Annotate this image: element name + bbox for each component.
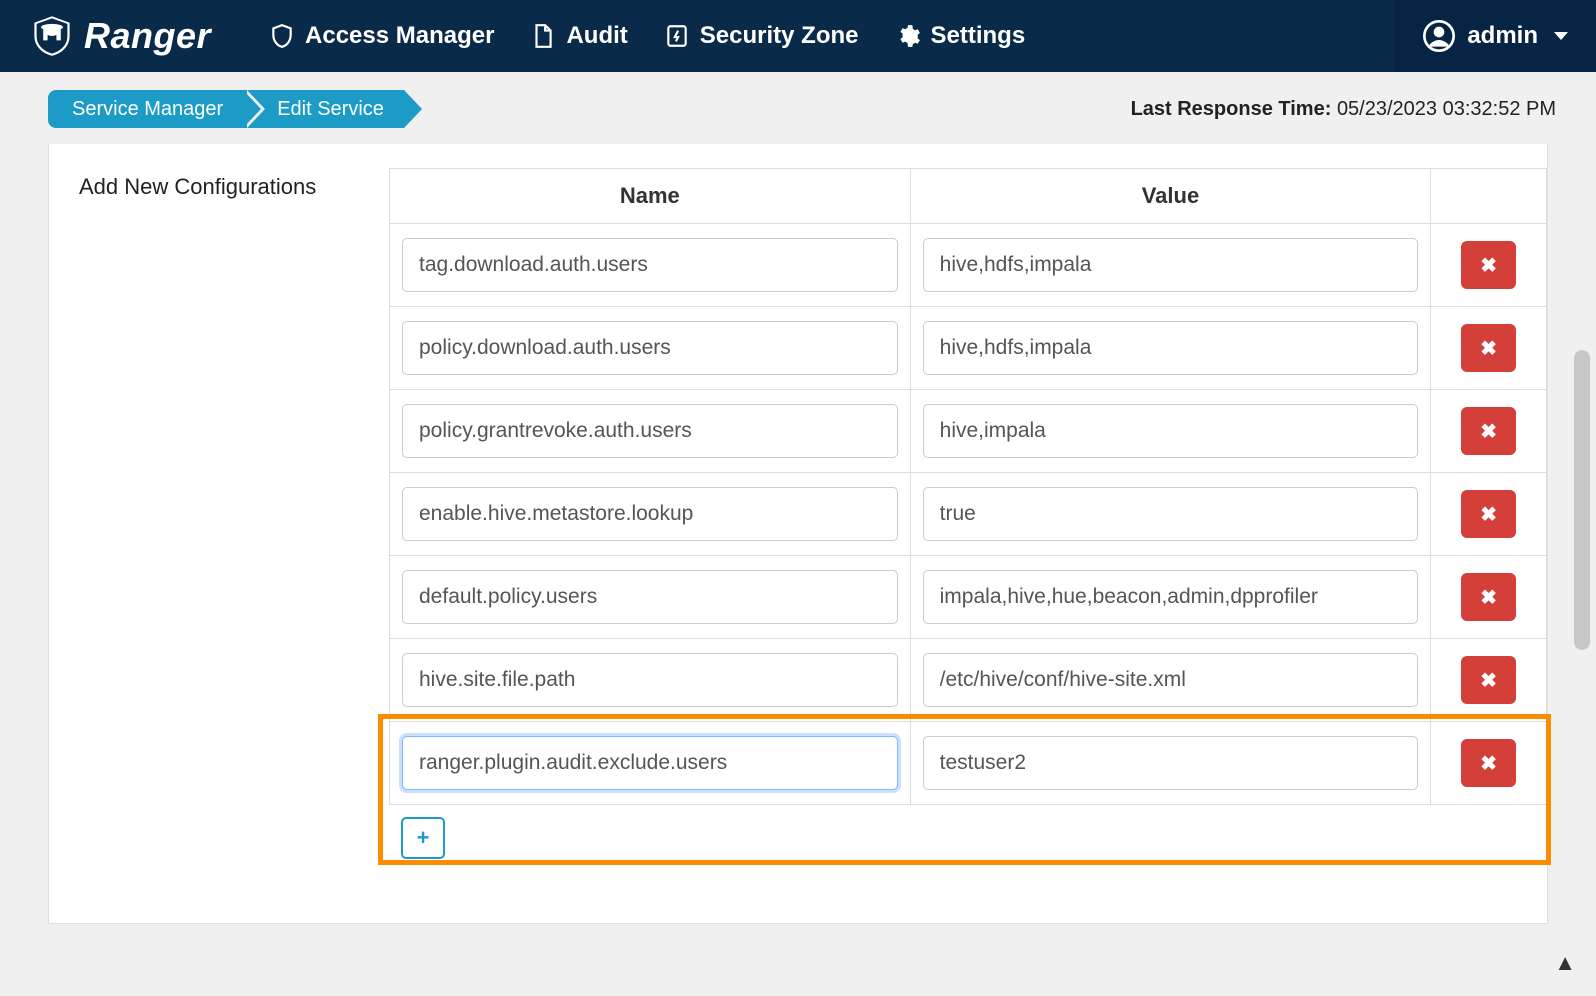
scrollbar-thumb[interactable] <box>1574 350 1590 650</box>
document-icon <box>530 23 556 49</box>
table-row: ✖ <box>390 390 1547 473</box>
config-name-input[interactable] <box>402 321 898 375</box>
bolt-icon <box>664 23 690 49</box>
gear-icon <box>895 23 921 49</box>
table-row: ✖ <box>390 722 1547 805</box>
breadcrumb-service-manager[interactable]: Service Manager <box>48 90 243 128</box>
config-name-input[interactable] <box>402 404 898 458</box>
config-name-input[interactable] <box>402 487 898 541</box>
brand-text: Ranger <box>84 15 211 57</box>
delete-row-button[interactable]: ✖ <box>1461 656 1516 704</box>
user-icon <box>1423 20 1455 52</box>
delete-row-button[interactable]: ✖ <box>1461 407 1516 455</box>
brand-logo[interactable]: Ranger <box>30 14 211 58</box>
config-value-input[interactable] <box>923 404 1419 458</box>
nav-audit[interactable]: Audit <box>512 0 645 72</box>
top-navbar: Ranger Access Manager Audit Security Zon… <box>0 0 1596 72</box>
last-response-time: Last Response Time: 05/23/2023 03:32:52 … <box>1131 98 1556 121</box>
config-name-input[interactable] <box>402 736 898 790</box>
table-row: ✖ <box>390 639 1547 722</box>
table-row: ✖ <box>390 473 1547 556</box>
table-row: ✖ <box>390 556 1547 639</box>
nav-label: Audit <box>566 22 627 50</box>
nav-settings[interactable]: Settings <box>877 0 1044 72</box>
config-value-input[interactable] <box>923 653 1419 707</box>
config-value-input[interactable] <box>923 487 1419 541</box>
chevron-down-icon <box>1554 32 1568 40</box>
delete-row-button[interactable]: ✖ <box>1461 739 1516 787</box>
breadcrumb-edit-service[interactable]: Edit Service <box>243 90 404 128</box>
col-header-value: Value <box>910 169 1431 224</box>
config-table: Name Value ✖ ✖ ✖ ✖ ✖ ✖ ✖ <box>389 168 1547 805</box>
delete-row-button[interactable]: ✖ <box>1461 241 1516 289</box>
config-table-area: Name Value ✖ ✖ ✖ ✖ ✖ ✖ ✖ + <box>389 168 1547 899</box>
nav-security-zone[interactable]: Security Zone <box>646 0 877 72</box>
delete-row-button[interactable]: ✖ <box>1461 490 1516 538</box>
breadcrumb: Service Manager Edit Service <box>48 90 404 128</box>
table-row: ✖ <box>390 307 1547 390</box>
nav-label: Security Zone <box>700 22 859 50</box>
table-row: ✖ <box>390 224 1547 307</box>
content-card: Add New Configurations Name Value ✖ ✖ ✖ ✖ ✖ ✖… <box>48 144 1548 924</box>
config-value-input[interactable] <box>923 321 1419 375</box>
config-name-input[interactable] <box>402 238 898 292</box>
nav-label: Settings <box>931 22 1026 50</box>
user-name: admin <box>1467 22 1538 50</box>
nav-label: Access Manager <box>305 22 494 50</box>
user-menu[interactable]: admin <box>1395 0 1596 72</box>
config-value-input[interactable] <box>923 570 1419 624</box>
config-name-input[interactable] <box>402 653 898 707</box>
delete-row-button[interactable]: ✖ <box>1461 324 1516 372</box>
nav-access-manager[interactable]: Access Manager <box>251 0 512 72</box>
scroll-top-button[interactable]: ▲ <box>1554 950 1576 976</box>
config-value-input[interactable] <box>923 736 1419 790</box>
col-header-actions <box>1431 169 1547 224</box>
col-header-name: Name <box>390 169 911 224</box>
sub-toolbar: Service Manager Edit Service Last Respon… <box>0 72 1596 134</box>
delete-row-button[interactable]: ✖ <box>1461 573 1516 621</box>
config-value-input[interactable] <box>923 238 1419 292</box>
ranger-shield-icon <box>30 14 74 58</box>
config-name-input[interactable] <box>402 570 898 624</box>
shield-icon <box>269 23 295 49</box>
section-title: Add New Configurations <box>79 168 379 899</box>
response-label: Last Response Time: <box>1131 98 1332 120</box>
add-row-button[interactable]: + <box>401 817 445 859</box>
response-value: 05/23/2023 03:32:52 PM <box>1337 98 1556 120</box>
